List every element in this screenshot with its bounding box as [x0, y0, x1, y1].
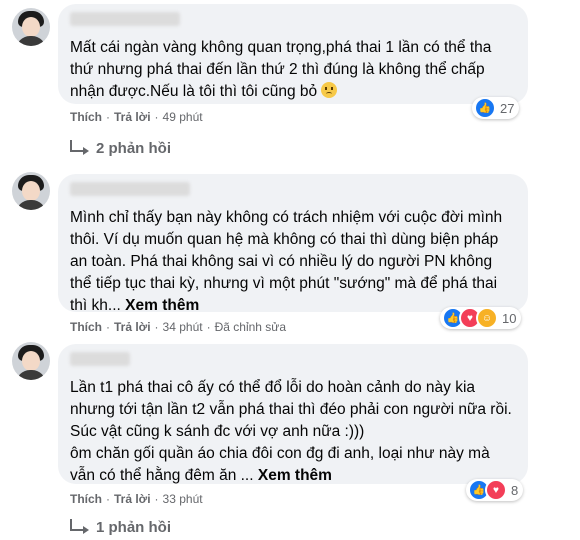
reply-arrow-icon: [70, 139, 89, 155]
like-button[interactable]: Thích: [70, 492, 102, 506]
reply-arrow-icon: [70, 518, 89, 534]
care-reaction-icon: ☺: [476, 307, 498, 329]
view-replies-link[interactable]: 1 phản hồi: [70, 518, 171, 536]
avatar[interactable]: [12, 172, 50, 210]
timestamp[interactable]: 49 phút: [163, 110, 203, 124]
reaction-count: 8: [511, 482, 519, 498]
avatar[interactable]: [12, 342, 50, 380]
reply-button[interactable]: Trả lời: [114, 110, 151, 124]
timestamp[interactable]: 33 phút: [163, 492, 203, 506]
like-reaction-icon: 👍: [474, 97, 496, 119]
replies-count[interactable]: 1 phản hồi: [96, 519, 171, 536]
comment-text: Mình chỉ thấy bạn này không có trách nhi…: [70, 209, 503, 314]
view-replies-link[interactable]: 2 phản hồi: [70, 139, 171, 157]
comment-bubble: Lần t1 phá thai cô ấy có thể đổ lỗi do h…: [58, 344, 528, 484]
comment-actions: Thích · Trả lời · 34 phút · Đã chỉnh sửa: [70, 320, 286, 334]
reaction-count: 10: [502, 310, 517, 326]
reaction-summary[interactable]: 👍 27: [472, 97, 520, 119]
timestamp[interactable]: 34 phút: [163, 320, 203, 334]
comment-actions: Thích · Trả lời · 33 phút: [70, 492, 203, 506]
reaction-summary[interactable]: 👍 ♥ 8: [466, 479, 524, 501]
replies-count[interactable]: 2 phản hồi: [96, 140, 171, 157]
see-more-link[interactable]: Xem thêm: [258, 467, 332, 484]
reaction-count: 27: [500, 100, 515, 116]
love-reaction-icon: ♥: [485, 479, 507, 501]
sad-emoji-icon: [321, 82, 338, 98]
author-name-redacted[interactable]: [70, 352, 130, 366]
comment-text: Lần t1 phá thai cô ấy có thể đổ lỗi do h…: [70, 379, 512, 484]
comment-bubble: Mất cái ngàn vàng không quan trọng,phá t…: [58, 4, 528, 104]
author-name-redacted[interactable]: [70, 12, 180, 26]
avatar[interactable]: [12, 8, 50, 46]
like-button[interactable]: Thích: [70, 110, 102, 124]
see-more-link[interactable]: Xem thêm: [125, 297, 199, 314]
comment-text: Mất cái ngàn vàng không quan trọng,phá t…: [70, 39, 492, 100]
comment-actions: Thích · Trả lời · 49 phút: [70, 110, 203, 124]
reply-button[interactable]: Trả lời: [114, 492, 151, 506]
edited-label: Đã chỉnh sửa: [214, 320, 286, 334]
comment-bubble: Mình chỉ thấy bạn này không có trách nhi…: [58, 174, 528, 314]
like-button[interactable]: Thích: [70, 320, 102, 334]
author-name-redacted[interactable]: [70, 182, 190, 196]
reply-button[interactable]: Trả lời: [114, 320, 151, 334]
reaction-summary[interactable]: 👍 ♥ ☺ 10: [440, 307, 522, 329]
